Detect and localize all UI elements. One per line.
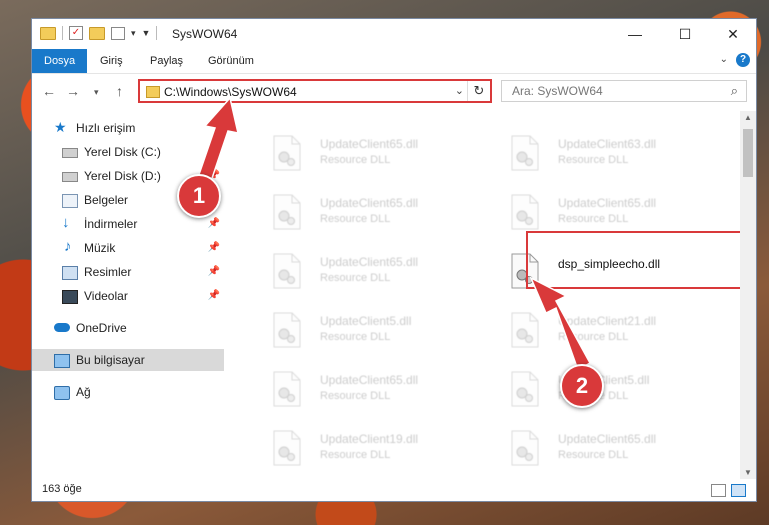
arrow-2 <box>529 276 592 372</box>
annotation-arrows <box>192 96 592 372</box>
annotation-badge-2: 2 <box>560 364 604 408</box>
annotation-badge-1: 1 <box>177 174 221 218</box>
